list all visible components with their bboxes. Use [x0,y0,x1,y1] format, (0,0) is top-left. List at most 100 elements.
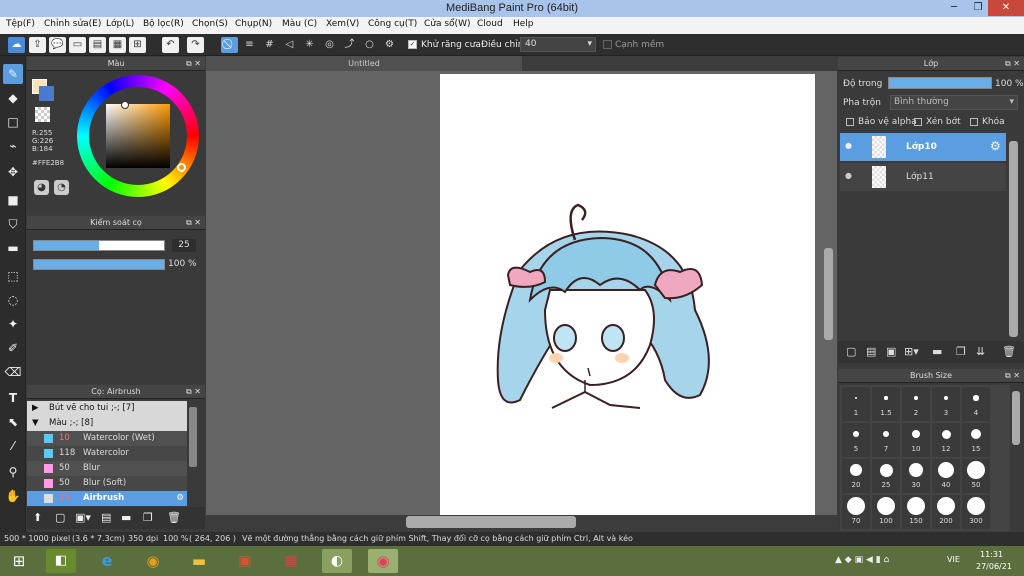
move-tool-icon[interactable]: ✥ [3,162,23,182]
concentric-snap-icon[interactable]: ◎ [321,37,338,53]
panel-controls-icon[interactable]: ⧉ ✕ [186,57,201,71]
rect-shape-icon[interactable]: □ [3,112,23,132]
palette-icon[interactable]: ◕ [34,180,49,195]
dropper-alt-icon[interactable]: ⁄ [3,436,23,456]
gradient-tool-icon[interactable]: ▬ [3,238,23,258]
brush-size-cell[interactable]: 12 [932,423,960,457]
menu-edit[interactable]: Chỉnh sửa(E) [44,19,101,29]
panel-controls-icon[interactable]: ⧉ ✕ [186,385,201,399]
secondary-color-swatch[interactable] [39,86,54,101]
brush-size-cell[interactable]: 150 [902,495,930,529]
brush-settings-icon[interactable]: ▤ [101,511,111,524]
blend-mode-select[interactable]: Bình thường ▾ [890,95,1018,110]
brush-opacity-slider[interactable] [33,259,165,270]
brush-size-cell[interactable]: 50 [962,459,990,493]
eyedropper-icon[interactable]: ⚲ [3,462,23,482]
brush-size-cell[interactable]: 7 [872,423,900,457]
brush-size-cell[interactable]: 70 [842,495,870,529]
panel-controls-icon[interactable]: ⧉ ✕ [1005,57,1020,71]
antialias-checkbox[interactable]: ✓ [408,40,417,49]
undo-icon[interactable]: ↶ [162,37,179,53]
brush-menu-icon[interactable]: ▣▾ [75,511,91,524]
merge-layer-icon[interactable]: ⇊ [976,345,985,358]
menu-filter[interactable]: Bộ lọc(R) [143,19,184,29]
menu-tools[interactable]: Công cụ(T) [368,19,417,29]
new-layer-8bit-icon[interactable]: ▤ [866,345,876,358]
cloud-icon[interactable]: ☁ [8,37,25,53]
brush-size-cell[interactable]: 200 [932,495,960,529]
canvas-vertical-scrollbar[interactable] [824,248,833,340]
brush-size-cell[interactable]: 10 [902,423,930,457]
file-explorer-icon[interactable]: ▬ [184,549,214,573]
brush-duplicate-icon[interactable]: ❐ [143,511,153,524]
new-layer-icon[interactable]: ▢ [846,345,856,358]
menu-capture[interactable]: Chụp(N) [235,19,272,29]
layer-settings-gear-icon[interactable]: ⚙ [990,139,1001,153]
brush-size-cell[interactable]: 300 [962,495,990,529]
page-icon[interactable]: ▤ [89,37,106,53]
panel-controls-icon[interactable]: ⧉ ✕ [186,216,201,230]
menu-select[interactable]: Chọn(S) [192,19,228,29]
hand-tool-icon[interactable]: ✋ [3,486,23,506]
text-tool-icon[interactable]: T [3,388,23,408]
chrome-icon[interactable]: ◉ [138,549,168,573]
color-picker-handle[interactable] [121,101,129,109]
brush-size-cell[interactable]: 4 [962,387,990,421]
brush-tool-icon[interactable]: ✎ [3,64,23,84]
brush-group-row[interactable]: ▼ Màu ;-; [8] [27,416,187,431]
clipping-checkbox[interactable] [914,118,922,126]
perspective-snap-icon[interactable]: ◁ [281,37,298,53]
brush-size-cell[interactable]: 2 [902,387,930,421]
panel-controls-icon[interactable]: ⧉ ✕ [1005,369,1020,383]
visibility-dot-icon[interactable]: ● [845,141,852,150]
menu-layer[interactable]: Lớp(L) [106,19,134,29]
drawing-canvas[interactable] [440,74,815,515]
brush-size-cell[interactable]: 5 [842,423,870,457]
hue-ring[interactable] [77,75,199,197]
brush-list-scrollbar[interactable] [189,407,197,467]
brush-size-cell[interactable]: 1 [842,387,870,421]
operation-tool-icon[interactable]: ⬉ [3,412,23,432]
brush-size-cell[interactable]: 20 [842,459,870,493]
transparent-color-swatch[interactable] [35,107,50,122]
windows-start-icon[interactable]: ⊞ [4,549,34,573]
saturation-square[interactable] [106,104,170,168]
soft-edge-checkbox[interactable] [603,40,612,49]
clock-time[interactable]: 11:31 [980,550,1003,559]
clip-studio-icon[interactable]: ◐ [322,549,352,573]
select-pen-icon[interactable]: ✐ [3,338,23,358]
menu-cloud[interactable]: Cloud [477,19,503,29]
layer-row-selected[interactable]: ● Lớp10 ⚙ [840,133,1006,161]
grid-icon[interactable]: ⊞ [129,37,146,53]
lock-checkbox[interactable] [970,118,978,126]
brush-item[interactable]: 118 Watercolor [27,446,187,461]
language-indicator[interactable]: VIE [947,555,960,564]
brush-size-cell[interactable]: 30 [902,459,930,493]
brush-size-slider[interactable] [33,240,165,251]
bluestacks-icon[interactable]: ◧ [46,549,76,573]
tray-icons[interactable]: ▲ ◆ ▣ ◀ ▮ ⌂ [835,555,889,565]
brush-folder-icon[interactable]: ▬ [121,511,131,524]
layer-scrollbar[interactable] [1009,141,1018,337]
adjust-input[interactable]: 40 ▾ [520,37,596,52]
fill-rect-icon[interactable]: ■ [3,190,23,210]
palette-add-icon[interactable]: ◔ [54,180,69,195]
chat-icon[interactable]: 💬 [49,37,66,53]
panel-icon[interactable]: ▦ [109,37,126,53]
unikey-icon[interactable]: ▦ [276,549,306,573]
layer-folder-icon[interactable]: ▬ [932,345,942,358]
redo-icon[interactable]: ↷ [187,37,204,53]
canvas-horizontal-scrollbar[interactable] [406,516,576,528]
brush-item[interactable]: 50 Blur (Soft) [27,476,187,491]
parallel-snap-icon[interactable]: ≡ [241,37,258,53]
duplicate-layer-icon[interactable]: ❐ [956,345,966,358]
delete-layer-icon[interactable]: 🗑 [1002,345,1016,358]
brush-delete-icon[interactable]: 🗑 [167,511,181,524]
brush-size-cell[interactable]: 1.5 [872,387,900,421]
brush-item[interactable]: 25 Airbrush ⚙ [27,491,187,506]
menu-color[interactable]: Màu (C) [282,19,317,29]
close-button[interactable]: ✕ [988,0,1024,16]
new-layer-1bit-icon[interactable]: ▣ [886,345,896,358]
brush-size-cell[interactable]: 100 [872,495,900,529]
menu-view[interactable]: Xem(V) [326,19,359,29]
